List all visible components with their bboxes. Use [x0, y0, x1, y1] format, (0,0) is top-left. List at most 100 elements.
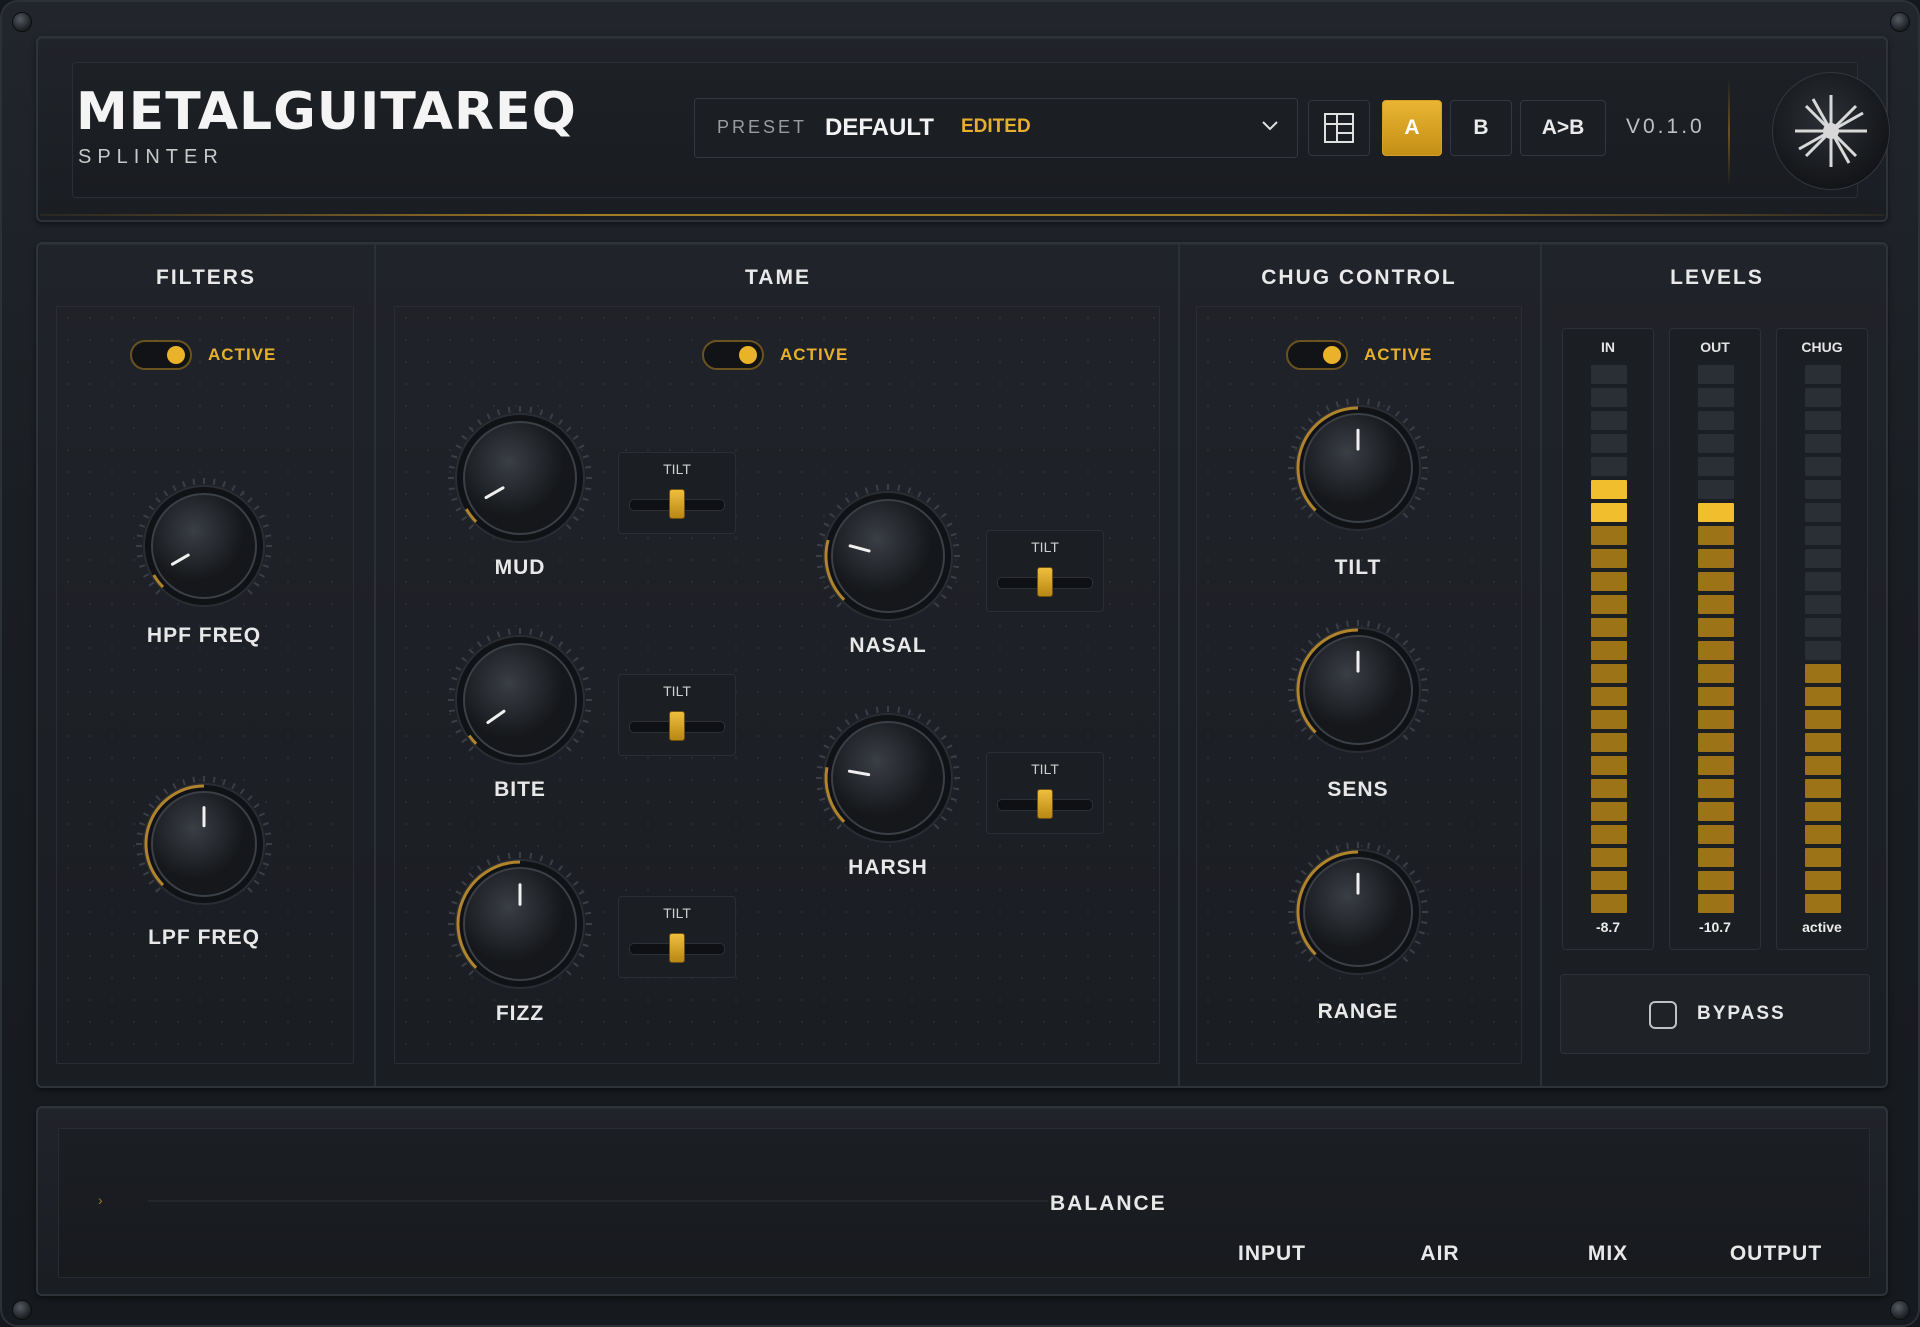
meter-segment: [1805, 595, 1841, 614]
meter-label-chug: CHUG: [1801, 339, 1843, 355]
meter-segment: [1591, 894, 1627, 913]
knob-label-range: RANGE: [1317, 1000, 1399, 1023]
meter-segment: [1805, 710, 1841, 729]
mud-knob[interactable]: [444, 402, 596, 554]
mud-tilt-slider[interactable]: TILT: [618, 452, 736, 534]
lpf-freq-knob[interactable]: [132, 772, 276, 916]
slider-thumb[interactable]: [1037, 789, 1053, 819]
meter-segment: [1698, 733, 1734, 752]
bite-knob[interactable]: [444, 624, 596, 776]
meter-segment: [1698, 756, 1734, 775]
meter-segment: [1591, 411, 1627, 430]
meter-segment: [1805, 641, 1841, 660]
meter-value-chug: active: [1802, 919, 1842, 935]
meter-value-in: -8.7: [1595, 919, 1621, 935]
meter-segments-chug: [1805, 365, 1841, 917]
meter-segment: [1805, 894, 1841, 913]
meter-segment: [1805, 480, 1841, 499]
meter-segment: [1591, 710, 1627, 729]
fizz-tilt-slider[interactable]: TILT: [618, 896, 736, 978]
meter-segment: [1591, 457, 1627, 476]
meter-segment: [1805, 411, 1841, 430]
nasal-tilt-slider[interactable]: TILT: [986, 530, 1104, 612]
bite-tilt-slider[interactable]: TILT: [618, 674, 736, 756]
meter-value-out: -10.7: [1699, 919, 1731, 935]
section-title-levels: LEVELS: [1670, 266, 1764, 289]
meter-segment: [1805, 687, 1841, 706]
footer-panel: › BALANCE: [36, 1106, 1888, 1296]
bypass-button[interactable]: BYPASS: [1560, 974, 1870, 1054]
nasal-knob[interactable]: [812, 480, 964, 632]
screw: [12, 12, 32, 32]
chevron-down-icon: [1262, 121, 1278, 131]
meter-segment: [1698, 457, 1734, 476]
meter-segment: [1698, 641, 1734, 660]
meter-segment: [1591, 503, 1627, 522]
knob-label-chug-tilt: TILT: [1334, 556, 1382, 579]
slider-thumb[interactable]: [669, 933, 685, 963]
section-title-tame: TAME: [745, 266, 811, 289]
meter-segment: [1805, 871, 1841, 890]
meter-segment: [1805, 503, 1841, 522]
meter-segment: [1591, 526, 1627, 545]
meter-segment: [1805, 572, 1841, 591]
knob-label-mud: MUD: [494, 556, 546, 579]
divider: [1178, 244, 1180, 1088]
meter-segment: [1805, 549, 1841, 568]
harsh-knob[interactable]: [812, 702, 964, 854]
divider: [1540, 244, 1542, 1088]
meter-segment: [1591, 779, 1627, 798]
meter-segment: [1591, 480, 1627, 499]
splinter-logo-icon: [1795, 95, 1867, 167]
preset-dropdown[interactable]: PRESET DEFAULT EDITED: [694, 98, 1298, 158]
meter-chug: CHUG active: [1776, 328, 1868, 950]
meter-segment: [1698, 687, 1734, 706]
range-knob[interactable]: [1284, 838, 1432, 986]
balance-track[interactable]: [148, 1200, 1048, 1202]
ab-copy-button[interactable]: A>B: [1520, 100, 1606, 156]
knob-label-fizz: FIZZ: [495, 1002, 545, 1025]
meter-segment: [1805, 526, 1841, 545]
layout-button[interactable]: [1308, 100, 1370, 156]
ab-b-button[interactable]: B: [1450, 100, 1512, 156]
meter-segment: [1698, 388, 1734, 407]
meter-segment: [1591, 549, 1627, 568]
hpf-freq-knob[interactable]: [132, 474, 276, 618]
bypass-checkbox[interactable]: [1649, 1001, 1677, 1029]
meter-segment: [1591, 825, 1627, 844]
meter-segment: [1698, 503, 1734, 522]
meter-segments-in: [1591, 365, 1627, 917]
meter-out: OUT -10.7: [1669, 328, 1761, 950]
tilt-label: TILT: [663, 683, 691, 699]
preset-name: DEFAULT: [825, 114, 934, 141]
brand-logo: [1772, 72, 1890, 190]
meter-segment: [1698, 871, 1734, 890]
meter-segment: [1591, 434, 1627, 453]
ab-a-button[interactable]: A: [1382, 100, 1442, 156]
filters-active-toggle[interactable]: [130, 340, 192, 370]
meter-segment: [1698, 434, 1734, 453]
preset-label: PRESET: [717, 117, 808, 137]
meter-segment: [1591, 595, 1627, 614]
sens-knob[interactable]: [1284, 616, 1432, 764]
tame-active-label: ACTIVE: [780, 345, 849, 364]
chug-tilt-knob[interactable]: [1284, 394, 1432, 542]
app-title: METALGUITAREQ: [76, 82, 577, 142]
meter-segment: [1805, 618, 1841, 637]
fizz-knob[interactable]: [444, 848, 596, 1000]
meter-segment: [1591, 687, 1627, 706]
slider-thumb[interactable]: [669, 489, 685, 519]
meter-segment: [1805, 434, 1841, 453]
slider-thumb[interactable]: [1037, 567, 1053, 597]
meter-segment: [1805, 733, 1841, 752]
tilt-label: TILT: [663, 461, 691, 477]
grid-icon: [1324, 113, 1354, 143]
chug-active-toggle[interactable]: [1286, 340, 1348, 370]
meter-segment: [1698, 894, 1734, 913]
harsh-tilt-slider[interactable]: TILT: [986, 752, 1104, 834]
tame-active-toggle[interactable]: [702, 340, 764, 370]
meter-segment: [1591, 664, 1627, 683]
knob-label-hpf-freq: HPF FREQ: [146, 624, 262, 647]
knob-label-harsh: HARSH: [848, 856, 928, 879]
slider-thumb[interactable]: [669, 711, 685, 741]
